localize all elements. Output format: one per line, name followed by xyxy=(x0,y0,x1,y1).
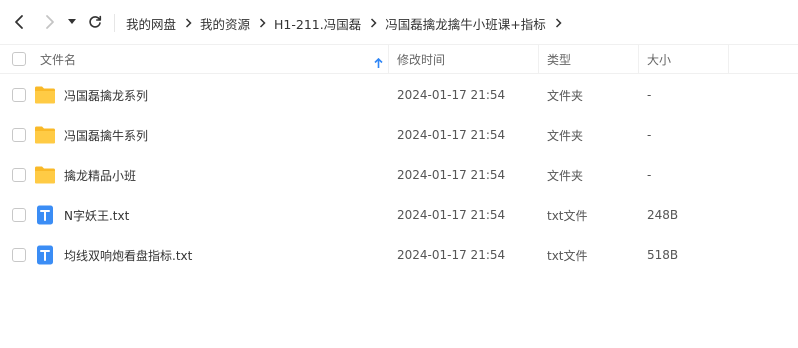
select-all-checkbox[interactable] xyxy=(12,52,26,66)
column-header-name-label: 文件名 xyxy=(40,53,77,67)
forward-button[interactable] xyxy=(39,10,61,34)
sort-arrow-up-icon[interactable] xyxy=(374,54,383,73)
folder-icon xyxy=(35,126,55,144)
file-name[interactable]: 冯国磊擒牛系列 xyxy=(64,115,148,155)
row-checkbox[interactable] xyxy=(12,208,26,222)
txt-file-icon xyxy=(37,205,53,225)
column-header-type[interactable]: 类型 xyxy=(547,45,571,74)
txt-file-icon xyxy=(37,245,53,265)
file-type: 文件夹 xyxy=(547,88,584,103)
breadcrumb-item-current-folder[interactable]: 冯国磊擒龙擒牛小班课+指标 xyxy=(385,14,545,33)
column-divider[interactable] xyxy=(728,45,729,74)
file-size: 518B xyxy=(647,248,679,262)
folder-icon xyxy=(35,86,55,104)
caret-down-icon xyxy=(68,19,76,24)
file-type: 文件夹 xyxy=(547,128,584,143)
breadcrumb-item-h1-211[interactable]: H1-211.冯国磊 xyxy=(274,14,361,33)
folder-icon xyxy=(35,166,55,184)
row-checkbox[interactable] xyxy=(12,168,26,182)
chevron-right-icon xyxy=(259,18,266,28)
column-divider[interactable] xyxy=(388,45,389,74)
toolbar-divider xyxy=(114,14,115,32)
file-name[interactable]: 均线双响炮看盘指标.txt xyxy=(64,235,192,275)
back-button[interactable] xyxy=(8,10,30,34)
history-dropdown-button[interactable] xyxy=(64,10,80,34)
refresh-button[interactable] xyxy=(84,10,106,34)
row-checkbox[interactable] xyxy=(12,248,26,262)
column-header-modified-label: 修改时间 xyxy=(397,53,446,67)
column-header-size[interactable]: 大小 xyxy=(647,45,671,74)
column-header-name[interactable]: 文件名 xyxy=(40,45,388,74)
chevron-right-icon[interactable] xyxy=(555,18,562,28)
table-row[interactable]: 擒龙精品小班 2024-01-17 21:54 文件夹 - xyxy=(0,155,798,195)
file-name[interactable]: 冯国磊擒龙系列 xyxy=(64,75,148,115)
breadcrumb: 我的网盘 我的资源 H1-211.冯国磊 冯国磊擒龙擒牛小班课+指标 xyxy=(126,13,570,33)
row-checkbox[interactable] xyxy=(12,88,26,102)
table-row[interactable]: 冯国磊擒龙系列 2024-01-17 21:54 文件夹 - xyxy=(0,75,798,115)
table-header: 文件名 修改时间 类型 大小 xyxy=(0,44,798,74)
file-modified: 2024-01-17 21:54 xyxy=(397,88,506,102)
chevron-left-icon xyxy=(15,15,23,29)
file-type: txt文件 xyxy=(547,208,588,223)
column-divider[interactable] xyxy=(638,45,639,74)
chevron-right-icon xyxy=(370,18,377,28)
chevron-right-icon xyxy=(185,18,192,28)
column-header-modified[interactable]: 修改时间 xyxy=(397,45,445,74)
file-modified: 2024-01-17 21:54 xyxy=(397,168,506,182)
file-name[interactable]: N字妖王.txt xyxy=(64,195,129,235)
breadcrumb-item-my-drive[interactable]: 我的网盘 xyxy=(126,14,176,33)
table-row[interactable]: 冯国磊擒牛系列 2024-01-17 21:54 文件夹 - xyxy=(0,115,798,155)
breadcrumb-item-my-resources[interactable]: 我的资源 xyxy=(200,14,250,33)
column-header-size-label: 大小 xyxy=(647,53,672,67)
column-divider[interactable] xyxy=(538,45,539,74)
file-modified: 2024-01-17 21:54 xyxy=(397,248,506,262)
table-row[interactable]: 均线双响炮看盘指标.txt 2024-01-17 21:54 txt文件 518… xyxy=(0,235,798,275)
column-header-type-label: 类型 xyxy=(547,53,572,67)
toolbar: 我的网盘 我的资源 H1-211.冯国磊 冯国磊擒龙擒牛小班课+指标 xyxy=(0,0,798,44)
file-size: - xyxy=(647,88,652,102)
file-type: txt文件 xyxy=(547,248,588,263)
file-size: - xyxy=(647,168,652,182)
table-row[interactable]: N字妖王.txt 2024-01-17 21:54 txt文件 248B xyxy=(0,195,798,235)
file-modified: 2024-01-17 21:54 xyxy=(397,128,506,142)
file-size: 248B xyxy=(647,208,679,222)
file-modified: 2024-01-17 21:54 xyxy=(397,208,506,222)
file-name[interactable]: 擒龙精品小班 xyxy=(64,155,136,195)
chevron-right-icon xyxy=(46,15,54,29)
file-size: - xyxy=(647,128,652,142)
file-type: 文件夹 xyxy=(547,168,584,183)
refresh-icon xyxy=(89,15,102,28)
row-checkbox[interactable] xyxy=(12,128,26,142)
